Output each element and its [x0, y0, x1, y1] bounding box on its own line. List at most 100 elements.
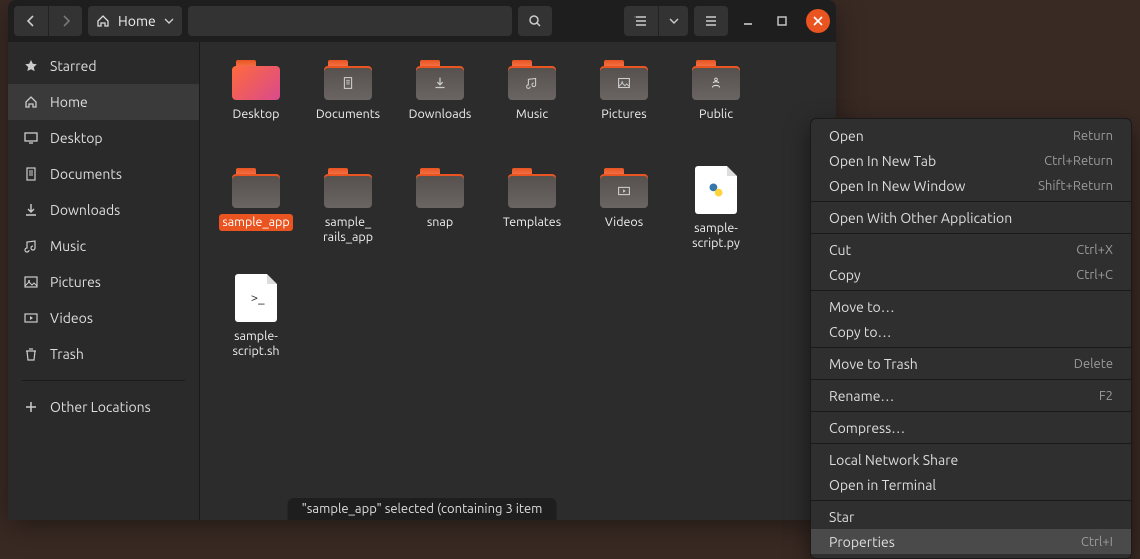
home-icon	[24, 95, 40, 109]
music-icon	[24, 239, 40, 253]
context-menu-item[interactable]: Compress…	[811, 415, 1131, 440]
minimize-button[interactable]	[734, 6, 762, 36]
context-menu-item[interactable]: Move to…	[811, 294, 1131, 319]
close-button[interactable]	[806, 9, 830, 33]
grid-item-label: Pictures	[598, 106, 649, 123]
context-menu-item[interactable]: PropertiesCtrl+I	[811, 529, 1131, 554]
grid-item[interactable]: sample_​rails_app	[302, 164, 394, 272]
context-menu-label: Copy to…	[829, 324, 891, 340]
context-menu-item[interactable]: Open In New WindowShift+Return	[811, 173, 1131, 198]
context-menu-item[interactable]: Copy to…	[811, 319, 1131, 344]
status-bar: "sample_app" selected (containing 3 item	[288, 498, 557, 520]
grid-item[interactable]: sample_​app	[210, 164, 302, 272]
context-menu-item[interactable]: Star	[811, 504, 1131, 529]
context-menu-item[interactable]: Local Network Share	[811, 447, 1131, 472]
grid-item-label: sample-script.sh	[212, 328, 300, 360]
sidebar-item-label: Other Locations	[50, 399, 151, 415]
folder-icon	[508, 168, 556, 208]
context-menu-item[interactable]: Copy Ctrl+C	[811, 262, 1131, 287]
forward-button[interactable]	[48, 6, 82, 36]
star-icon	[24, 59, 40, 73]
sidebar-item-label: Music	[50, 238, 86, 254]
folder-icon	[324, 60, 372, 100]
status-text: "sample_app" selected (containing 3 item	[302, 502, 543, 516]
sidebar-item-trash[interactable]: Trash	[8, 336, 199, 372]
grid-item[interactable]: sample-script.py	[670, 164, 762, 272]
search-button[interactable]	[518, 6, 552, 36]
grid-item-label: sample_​app	[219, 214, 292, 231]
grid-item[interactable]: snap	[394, 164, 486, 272]
documents-icon	[24, 167, 40, 181]
context-menu-label: Open In New Window	[829, 178, 965, 194]
grid-item[interactable]: Desktop	[210, 56, 302, 164]
context-menu-shortcut: Delete	[1074, 357, 1113, 371]
sidebar-item-label: Pictures	[50, 274, 101, 290]
context-menu: OpenReturnOpen In New TabCtrl+ReturnOpen…	[810, 118, 1132, 559]
context-menu-label: Copy	[829, 267, 861, 283]
titlebar: Home	[8, 0, 836, 42]
sidebar-item-desktop[interactable]: Desktop	[8, 120, 199, 156]
sidebar-item-label: Trash	[50, 346, 84, 362]
trash-icon	[24, 347, 40, 361]
grid-item[interactable]: Documents	[302, 56, 394, 164]
context-menu-item[interactable]: Open Return	[811, 123, 1131, 148]
context-menu-label: Open With Other Application	[829, 210, 1012, 226]
sidebar-item-label: Starred	[50, 58, 97, 74]
grid-item-label: Templates	[500, 214, 564, 231]
grid-item-label: Music	[513, 106, 551, 123]
plus-icon	[24, 400, 40, 414]
grid-item-label: Downloads	[406, 106, 475, 123]
sidebar-item-videos[interactable]: Videos	[8, 300, 199, 336]
grid-item-label: Documents	[313, 106, 383, 123]
back-button[interactable]	[14, 6, 48, 36]
maximize-button[interactable]	[768, 6, 796, 36]
sidebar: Starred Home Desktop Documents Downloads Musi…	[8, 42, 200, 520]
view-options-button[interactable]	[658, 6, 688, 36]
file-grid[interactable]: Desktop Documents Downloads Music Pictures Pu…	[200, 42, 836, 520]
sidebar-item-label: Home	[50, 94, 88, 110]
sidebar-item-other-locations[interactable]: Other Locations	[8, 389, 199, 425]
sidebar-item-home[interactable]: Home	[8, 84, 199, 120]
grid-item[interactable]: Templates	[486, 164, 578, 272]
context-menu-label: Star	[829, 509, 854, 525]
sidebar-item-starred[interactable]: Starred	[8, 48, 199, 84]
folder-icon	[232, 168, 280, 208]
sidebar-item-downloads[interactable]: Downloads	[8, 192, 199, 228]
context-menu-shortcut: Ctrl+C	[1076, 268, 1113, 282]
grid-item[interactable]: Pictures	[578, 56, 670, 164]
hamburger-menu-button[interactable]	[694, 6, 728, 36]
view-list-button[interactable]	[624, 6, 658, 36]
sidebar-item-pictures[interactable]: Pictures	[8, 264, 199, 300]
grid-item[interactable]: Public	[670, 56, 762, 164]
context-menu-label: Open	[829, 128, 864, 144]
grid-item[interactable]: >_sample-script.sh	[210, 272, 302, 380]
location-entry[interactable]	[188, 6, 512, 36]
pictures-icon	[24, 275, 40, 289]
desktop-icon	[24, 131, 40, 145]
context-menu-item[interactable]: Move to TrashDelete	[811, 351, 1131, 376]
context-menu-item[interactable]: CutCtrl+X	[811, 237, 1131, 262]
context-menu-label: Open in Terminal	[829, 477, 936, 493]
sidebar-item-label: Documents	[50, 166, 122, 182]
context-menu-item[interactable]: Rename…F2	[811, 383, 1131, 408]
grid-item-label: snap	[424, 214, 456, 231]
grid-item[interactable]: Music	[486, 56, 578, 164]
grid-item[interactable]: Videos	[578, 164, 670, 272]
sidebar-item-documents[interactable]: Documents	[8, 156, 199, 192]
folder-icon	[600, 60, 648, 100]
context-menu-item[interactable]: Open in Terminal	[811, 472, 1131, 497]
context-menu-item[interactable]: Open With Other Application	[811, 205, 1131, 230]
folder-icon	[232, 60, 280, 100]
context-menu-shortcut: Ctrl+I	[1081, 535, 1113, 549]
sidebar-item-label: Downloads	[50, 202, 120, 218]
context-menu-label: Move to…	[829, 299, 895, 315]
sidebar-item-label: Videos	[50, 310, 93, 326]
folder-icon	[692, 60, 740, 100]
context-menu-item[interactable]: Open In New TabCtrl+Return	[811, 148, 1131, 173]
grid-item[interactable]: Downloads	[394, 56, 486, 164]
sidebar-item-music[interactable]: Music	[8, 228, 199, 264]
context-menu-shortcut: Return	[1073, 129, 1113, 143]
context-menu-label: Cut	[829, 242, 851, 258]
context-menu-shortcut: F2	[1099, 389, 1113, 403]
path-bar[interactable]: Home	[88, 6, 182, 36]
